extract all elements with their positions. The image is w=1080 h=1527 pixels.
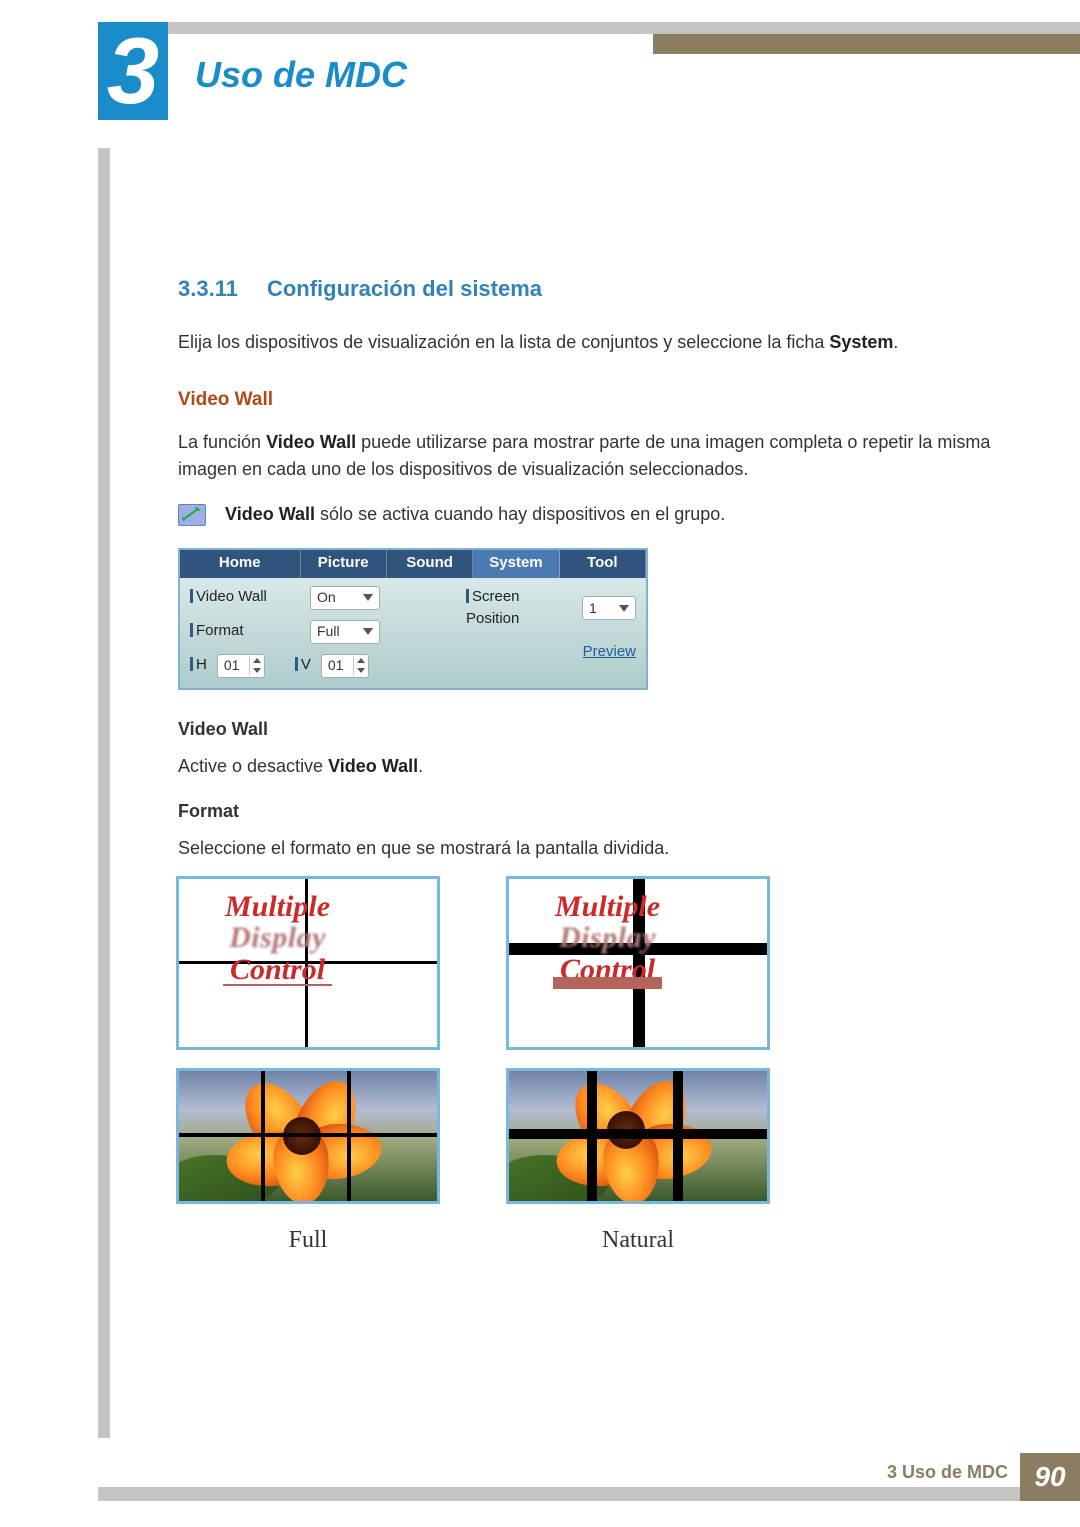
figure-full: Multiple Display Control [178, 876, 438, 1258]
footer-divider [98, 1487, 1080, 1501]
mdc-strike [223, 984, 332, 986]
chevron-down-icon [619, 605, 629, 612]
chevron-up-icon [253, 658, 261, 663]
section-title: Configuración del sistema [267, 276, 542, 301]
mdc-line1: Multiple [225, 890, 330, 923]
header-divider [98, 22, 1080, 34]
tab-picture[interactable]: Picture [301, 550, 387, 578]
note-icon [178, 504, 206, 526]
chevron-down-icon [357, 668, 365, 673]
left-margin-stripe [98, 148, 110, 1438]
mdc-line2: Display [229, 921, 326, 954]
preview-link[interactable]: Preview [583, 641, 636, 664]
app-screenshot: Home Picture Sound System Tool Video Wal… [178, 548, 648, 690]
tab-tool[interactable]: Tool [560, 550, 646, 578]
footer-page-badge: 90 [1020, 1453, 1080, 1501]
label-v: V [301, 656, 311, 673]
select-screenpos-value: 1 [589, 598, 597, 619]
note-bold: Video Wall [225, 504, 315, 524]
chevron-down-icon [253, 668, 261, 673]
select-videowall-value: On [317, 587, 336, 608]
note-text: sólo se activa cuando hay dispositivos e… [315, 504, 725, 524]
mdc-line3: Control [230, 953, 325, 986]
app-body: Video Wall On Format Full H 01 V 01 Scre… [180, 578, 646, 688]
spinner-h[interactable]: 01 [217, 654, 265, 678]
label-videowall: Video Wall [196, 588, 267, 605]
header-bar [98, 22, 1080, 54]
select-screenpos[interactable]: 1 [582, 596, 636, 620]
chevron-up-icon [357, 658, 365, 663]
figure-full-text-panel: Multiple Display Control [176, 876, 440, 1050]
footer-page-number: 90 [1034, 1461, 1065, 1493]
figure-natural-flower [506, 1068, 770, 1204]
figure-full-label: Full [289, 1222, 328, 1258]
tab-system[interactable]: System [473, 550, 559, 578]
chapter-number: 3 [107, 24, 159, 118]
chevron-down-icon [363, 628, 373, 635]
label-format: Format [196, 622, 244, 639]
videowall-bold: Video Wall [266, 432, 356, 452]
format-figures: Multiple Display Control [178, 876, 1000, 1258]
spinner-h-value: 01 [224, 655, 240, 676]
figure-natural-text-panel: Multiple Display Control [506, 876, 770, 1050]
option-videowall-a: Active o desactive [178, 756, 328, 776]
intro-text: Elija los dispositivos de visualización … [178, 332, 829, 352]
intro-bold: System [829, 332, 893, 352]
option-format-text: Seleccione el formato en que se mostrará… [178, 835, 1000, 862]
option-videowall-c: . [418, 756, 423, 776]
select-format-value: Full [317, 621, 340, 642]
mdc-line1: Multiple [555, 890, 660, 923]
label-h: H [196, 656, 207, 673]
app-tab-bar: Home Picture Sound System Tool [180, 550, 646, 578]
footer-label: 3 Uso de MDC [887, 1462, 1008, 1483]
spinner-v[interactable]: 01 [321, 654, 369, 678]
spinner-v-value: 01 [328, 655, 344, 676]
videowall-text-a: La función [178, 432, 266, 452]
figure-full-flower [176, 1068, 440, 1204]
tab-home[interactable]: Home [180, 550, 301, 578]
header-accent [653, 34, 1080, 54]
figure-natural-label: Natural [602, 1222, 674, 1258]
subsection-video-wall: Video Wall [178, 386, 1000, 415]
select-videowall[interactable]: On [310, 586, 380, 610]
chevron-down-icon [363, 594, 373, 601]
page-footer: 3 Uso de MDC 90 [98, 1453, 1080, 1501]
label-screenpos: Screen Position [466, 588, 520, 628]
option-videowall-head: Video Wall [178, 716, 1000, 743]
section-number: 3.3.11 [178, 276, 238, 301]
option-format-head: Format [178, 798, 1000, 825]
page-content: 3.3.11 Configuración del sistema Elija l… [178, 272, 1000, 1258]
chapter-title: Uso de MDC [195, 54, 407, 96]
chapter-badge: 3 [98, 22, 168, 120]
select-format[interactable]: Full [310, 620, 380, 644]
option-videowall-b: Video Wall [328, 756, 418, 776]
mdc-line2: Display [559, 921, 656, 954]
intro-text-end: . [893, 332, 898, 352]
figure-natural: Multiple Display Control [508, 876, 768, 1258]
tab-sound[interactable]: Sound [387, 550, 473, 578]
mdc-strike [553, 977, 662, 989]
